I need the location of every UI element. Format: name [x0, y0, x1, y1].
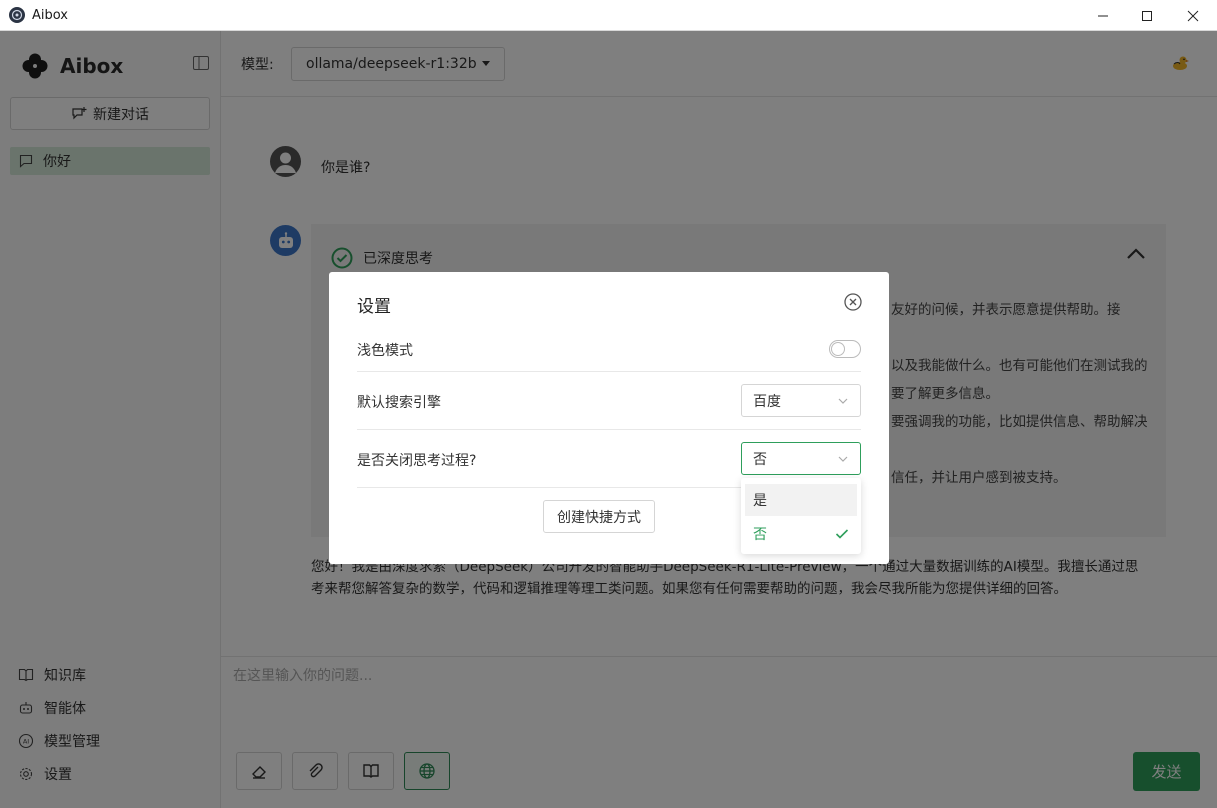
maximize-button[interactable] — [1124, 0, 1170, 31]
create-shortcut-button[interactable]: 创建快捷方式 — [543, 500, 655, 533]
close-window-button[interactable] — [1170, 0, 1216, 31]
window-title: Aibox — [32, 7, 69, 23]
close-icon — [1187, 10, 1199, 21]
check-icon — [835, 529, 849, 539]
light-mode-label: 浅色模式 — [357, 343, 413, 359]
search-engine-select[interactable]: 百度 — [741, 384, 861, 417]
chevron-down-icon — [838, 398, 848, 404]
title-bar: Aibox — [0, 0, 1217, 31]
close-thinking-select[interactable]: 否 — [741, 442, 861, 475]
app-icon — [9, 7, 25, 23]
light-mode-row: 浅色模式 — [357, 272, 861, 372]
maximize-icon — [1142, 10, 1152, 21]
dropdown-option-no[interactable]: 否 — [745, 518, 857, 550]
minimize-button[interactable] — [1080, 0, 1126, 31]
close-thinking-value: 否 — [753, 451, 767, 468]
minimize-icon — [1098, 15, 1108, 16]
light-mode-toggle[interactable] — [829, 340, 861, 358]
close-thinking-label: 是否关闭思考过程? — [357, 453, 477, 469]
dropdown-option-yes[interactable]: 是 — [745, 484, 857, 516]
dropdown-option-label: 是 — [753, 493, 767, 509]
search-engine-row: 默认搜索引擎 百度 — [357, 372, 861, 430]
thinking-dropdown-menu: 是 否 — [741, 478, 861, 554]
search-engine-label: 默认搜索引擎 — [357, 395, 441, 411]
dropdown-option-label: 否 — [753, 527, 767, 543]
search-engine-value: 百度 — [753, 393, 781, 410]
chevron-down-icon — [838, 456, 848, 462]
